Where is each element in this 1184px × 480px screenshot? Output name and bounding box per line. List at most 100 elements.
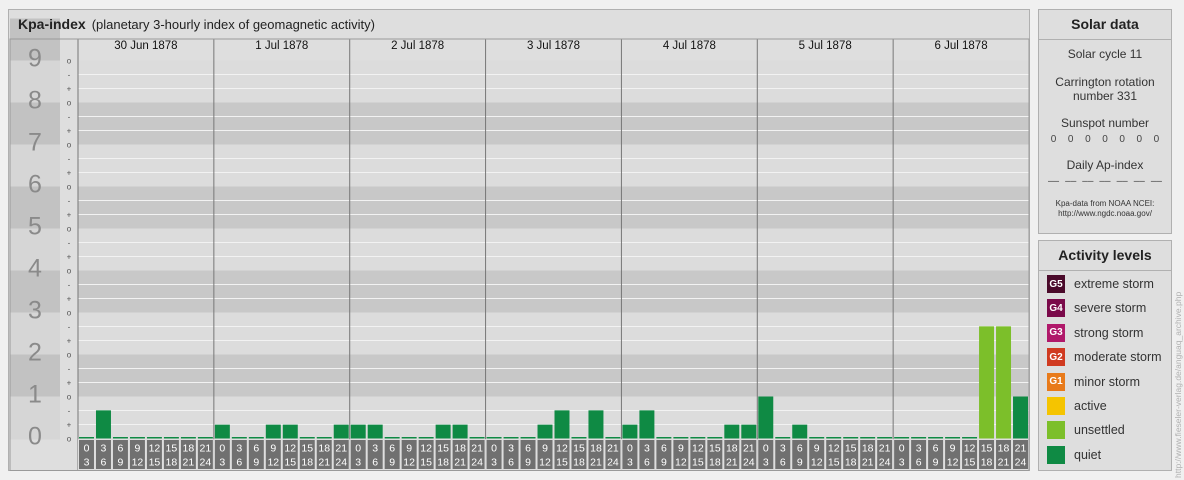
source-link[interactable]: http://www.ngdc.noaa.gov/ (1039, 209, 1171, 219)
interval-end-label: 18 (301, 457, 313, 469)
sunspot-value: 0 (1136, 134, 1143, 145)
interval-start-label: 21 (879, 443, 891, 455)
y-minor-mark: o (67, 393, 72, 402)
interval-start-label: 15 (981, 443, 993, 455)
interval-start-label: 18 (726, 443, 738, 455)
interval-start-label: 12 (828, 443, 840, 455)
interval-start-label: 3 (101, 443, 107, 455)
chart-title-sub: (planetary 3-hourly index of geomagnetic… (91, 17, 375, 32)
y-minor-mark: o (67, 141, 72, 150)
y-minor-mark: - (68, 71, 71, 80)
interval-start-label: 0 (219, 443, 225, 455)
interval-start-label: 3 (508, 443, 514, 455)
interval-start-label: 18 (998, 443, 1010, 455)
kp-bar (588, 410, 604, 439)
interval-end-label: 6 (916, 457, 922, 469)
day-label: 5 Jul 1878 (799, 40, 852, 52)
kp-bar (129, 437, 145, 439)
interval-end-label: 12 (675, 457, 687, 469)
interval-end-label: 18 (845, 457, 857, 469)
y-band (78, 354, 1029, 397)
kp-bar (384, 437, 400, 439)
source-line1: Kpa-data from NOAA NCEI: (1055, 199, 1155, 208)
legend-item: G4 severe storm (1047, 298, 1146, 318)
kp-bar (503, 437, 519, 439)
interval-end-label: 9 (118, 457, 124, 469)
kp-bar (724, 424, 740, 439)
kp-bar (231, 437, 247, 439)
interval-start-label: 18 (862, 443, 874, 455)
legend-item: unsettled (1047, 420, 1125, 440)
y-band (78, 312, 1029, 355)
interval-start-label: 6 (525, 443, 531, 455)
ap-value: –– (1048, 176, 1060, 187)
ap-value: –– (1082, 176, 1094, 187)
interval-start-label: 9 (950, 443, 956, 455)
interval-end-label: 21 (726, 457, 738, 469)
legend-swatch: G4 (1047, 299, 1065, 318)
day-label: 6 Jul 1878 (935, 40, 988, 52)
interval-start-label: 0 (763, 443, 769, 455)
y-tick-label: 5 (28, 213, 42, 241)
interval-start-label: 3 (644, 443, 650, 455)
kp-bar (265, 424, 281, 439)
kp-bar (962, 437, 978, 439)
kp-bar (690, 437, 706, 439)
sunspot-value: 0 (1050, 134, 1057, 145)
y-minor-mark: + (67, 253, 72, 262)
interval-end-label: 3 (627, 457, 633, 469)
kp-bar (554, 410, 570, 439)
interval-end-label: 3 (355, 457, 361, 469)
legend-label: severe storm (1074, 301, 1147, 316)
interval-end-label: 6 (644, 457, 650, 469)
interval-end-label: 18 (166, 457, 178, 469)
y-tick-label: 2 (28, 339, 42, 367)
kp-bar (571, 437, 587, 439)
kp-bar (469, 437, 485, 439)
interval-end-label: 3 (84, 457, 90, 469)
y-tick-label: 7 (28, 129, 42, 157)
interval-end-label: 6 (101, 457, 107, 469)
legend-swatch: G3 (1047, 323, 1065, 342)
interval-start-label: 18 (318, 443, 330, 455)
interval-start-label: 21 (743, 443, 755, 455)
interval-start-label: 15 (301, 443, 313, 455)
sunspot-value: 0 (1102, 134, 1108, 145)
interval-end-label: 15 (556, 457, 568, 469)
ap-values: –– –– –– –– –– –– –– (1039, 176, 1171, 187)
kp-bar (248, 437, 264, 439)
kp-bar (299, 437, 315, 439)
interval-end-label: 24 (335, 457, 347, 469)
day-label: 3 Jul 1878 (527, 40, 580, 52)
y-minor-mark: + (67, 421, 72, 430)
interval-start-label: 18 (590, 443, 602, 455)
interval-start-label: 12 (964, 443, 976, 455)
y-minor-mark: o (67, 267, 72, 276)
interval-start-label: 6 (253, 443, 259, 455)
legend-swatch (1047, 421, 1065, 440)
kp-bar (452, 424, 468, 439)
interval-start-label: 0 (491, 443, 497, 455)
interval-start-label: 12 (420, 443, 432, 455)
y-minor-mark: - (68, 407, 71, 416)
interval-end-label: 3 (899, 457, 905, 469)
interval-start-label: 3 (780, 443, 786, 455)
kp-bar (537, 424, 553, 439)
interval-start-label: 3 (236, 443, 242, 455)
day-label: 30 Jun 1878 (114, 40, 177, 52)
kp-bar (928, 437, 944, 439)
y-minor-mark: - (68, 197, 71, 206)
sunspot-value: 0 (1119, 134, 1125, 145)
kp-bar (333, 424, 349, 439)
interval-end-label: 12 (947, 457, 959, 469)
interval-end-label: 18 (981, 457, 993, 469)
y-minor-mark: o (67, 309, 72, 318)
day-label: 4 Jul 1878 (663, 40, 716, 52)
interval-end-label: 6 (236, 457, 242, 469)
kp-bar (826, 437, 842, 439)
kp-bar (860, 437, 876, 439)
y-minor-mark: + (67, 211, 72, 220)
legend-item: quiet (1047, 445, 1101, 465)
kp-bar (79, 437, 94, 439)
interval-start-label: 15 (573, 443, 585, 455)
